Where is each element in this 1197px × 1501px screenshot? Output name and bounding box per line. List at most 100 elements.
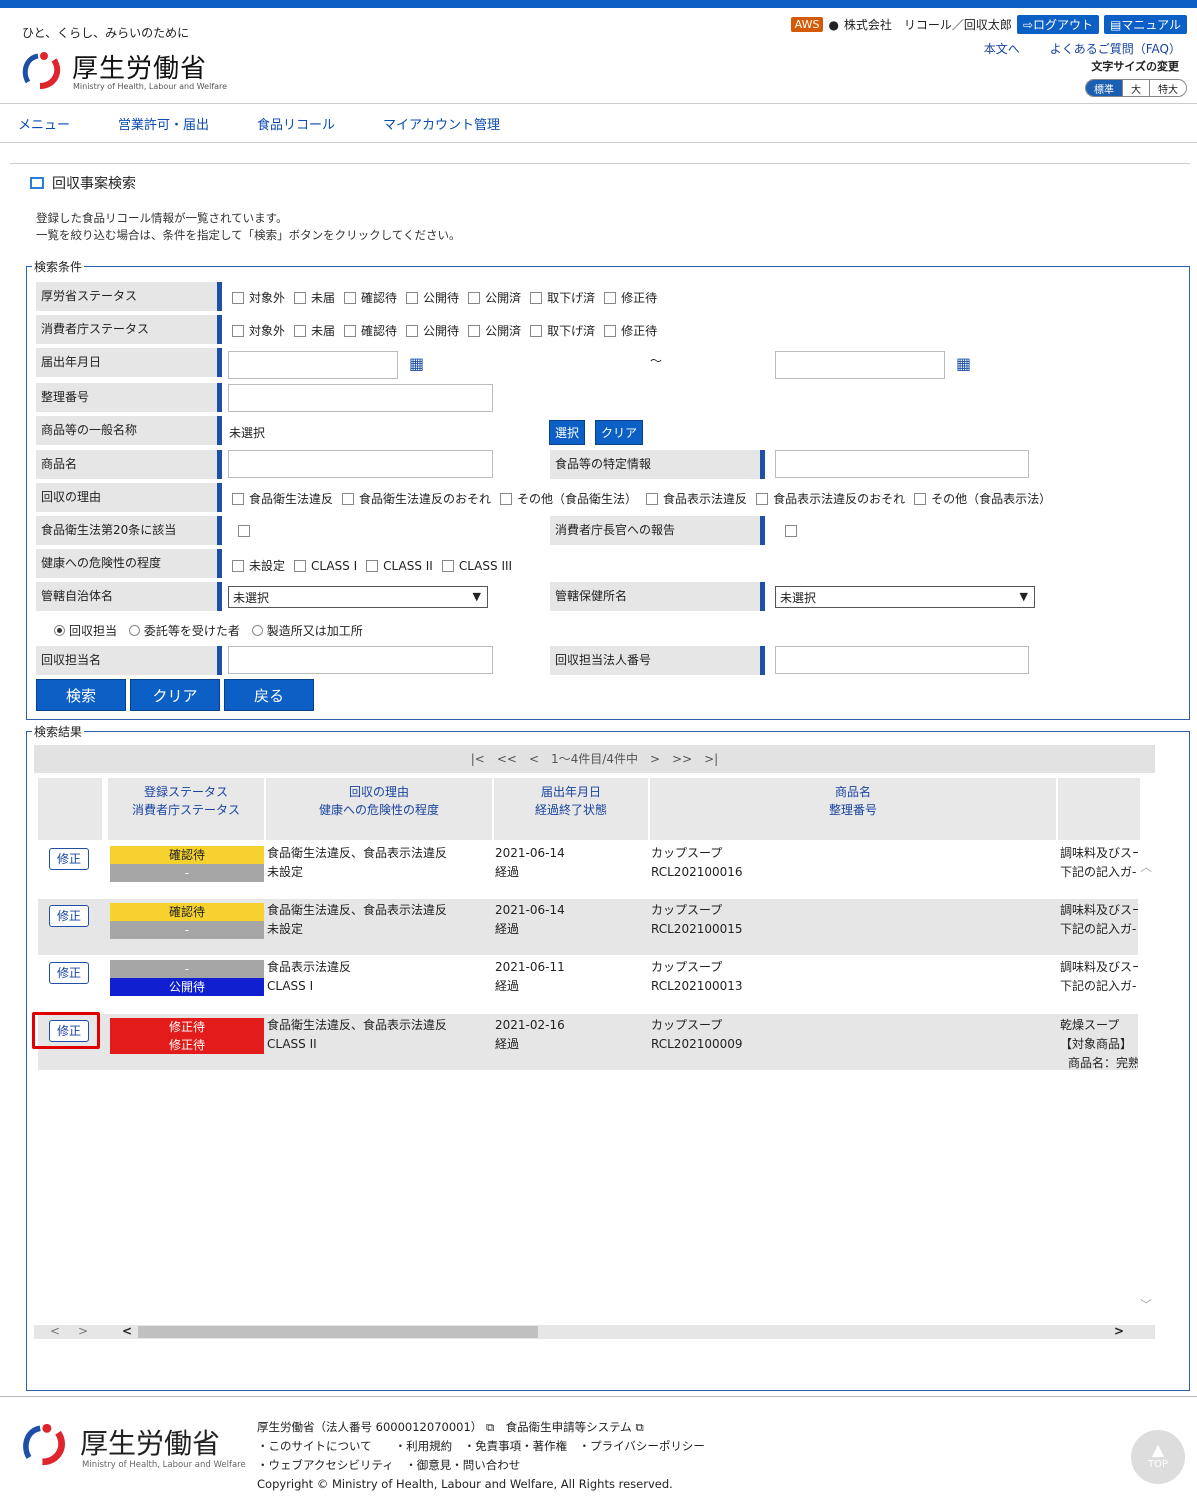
municipality-select[interactable]: 未選択 ▼ bbox=[228, 586, 488, 608]
checkbox[interactable] bbox=[342, 492, 355, 505]
footer-link[interactable]: ・御意見・問い合わせ bbox=[405, 1458, 520, 1472]
checkbox[interactable] bbox=[468, 324, 481, 337]
checkbox[interactable] bbox=[366, 559, 379, 572]
recall-number-text: RCL202100015 bbox=[651, 922, 743, 936]
checkbox[interactable] bbox=[530, 324, 543, 337]
elapsed-text: 経過 bbox=[495, 922, 520, 936]
scroll-down-icon[interactable]: ﹀ bbox=[1140, 1296, 1152, 1313]
back-to-top-button[interactable]: ▲ TOP bbox=[1131, 1430, 1185, 1484]
number-input[interactable] bbox=[228, 384, 493, 412]
footer-link[interactable]: ・このサイトについて bbox=[257, 1439, 372, 1453]
edit-button[interactable]: 修正 bbox=[49, 905, 89, 927]
checkbox[interactable] bbox=[500, 492, 513, 505]
checkbox[interactable] bbox=[294, 559, 307, 572]
checkbox[interactable] bbox=[756, 492, 769, 505]
footer-link[interactable]: ・利用規約 bbox=[395, 1439, 453, 1453]
checkbox[interactable] bbox=[406, 324, 419, 337]
chevron-down-icon: ▼ bbox=[472, 590, 481, 603]
footer-link[interactable]: ・プライバシーポリシー bbox=[579, 1439, 705, 1453]
art20-checkbox[interactable] bbox=[238, 525, 250, 537]
footer-link[interactable]: ・免責事項・著作権 bbox=[464, 1439, 568, 1453]
general-name-value: 未選択 bbox=[229, 426, 266, 440]
scroll-up-icon[interactable]: ︿ bbox=[1140, 858, 1152, 875]
select-button[interactable]: 選択 bbox=[549, 420, 586, 445]
date-text: 2021-06-14 bbox=[495, 846, 565, 860]
checkbox[interactable] bbox=[406, 291, 419, 304]
checkbox[interactable] bbox=[294, 324, 307, 337]
logo-subtext: Ministry of Health, Labour and Welfare bbox=[73, 82, 228, 91]
checkbox[interactable] bbox=[530, 291, 543, 304]
label-art20: 食品衛生法第20条に該当 bbox=[36, 516, 222, 545]
footer-text: 厚生労働省（法人番号 6000012070001） ⧉ 食品衛生申請等システム … bbox=[257, 1418, 705, 1494]
checkbox[interactable] bbox=[604, 291, 617, 304]
label-number: 整理番号 bbox=[36, 383, 222, 412]
system-link[interactable]: 食品衛生申請等システム bbox=[506, 1420, 632, 1434]
detail-text: 下記の記入ガ- bbox=[1060, 922, 1137, 936]
nav-my-account[interactable]: マイアカウント管理 bbox=[383, 114, 500, 133]
skip-to-main-link[interactable]: 本文へ bbox=[984, 40, 1020, 57]
user-name: 株式会社 リコール／回収太郎 bbox=[843, 18, 1012, 32]
nav-business-permit[interactable]: 営業許可・届出 bbox=[118, 114, 209, 133]
checkbox[interactable] bbox=[441, 559, 454, 572]
nav-menu[interactable]: メニュー bbox=[18, 114, 70, 133]
corp-number-input[interactable] bbox=[775, 646, 1029, 674]
calendar-icon[interactable]: ▦ bbox=[409, 354, 424, 373]
specific-info-input[interactable] bbox=[775, 450, 1029, 478]
report-checkbox[interactable] bbox=[785, 525, 797, 537]
copyright: Copyright © Ministry of Health, Labour a… bbox=[257, 1477, 673, 1491]
edit-button[interactable]: 修正 bbox=[49, 962, 89, 984]
clear-button[interactable]: クリア bbox=[130, 679, 220, 711]
radio-recall-person[interactable] bbox=[54, 625, 65, 636]
date-text: 2021-02-16 bbox=[495, 1018, 565, 1032]
horizontal-scrollbar[interactable]: < > < > bbox=[34, 1324, 1155, 1339]
product-name-input[interactable] bbox=[228, 450, 493, 478]
label-municipality: 管轄自治体名 bbox=[36, 582, 222, 611]
font-size-large[interactable]: 大 bbox=[1122, 80, 1149, 96]
radio-contractor[interactable] bbox=[128, 625, 140, 636]
col-header-actions bbox=[38, 778, 102, 840]
font-size-standard[interactable]: 標準 bbox=[1086, 80, 1122, 96]
pagination[interactable]: |< << < 1～4件目/4件中 > >> >| bbox=[34, 745, 1155, 773]
calendar-icon[interactable]: ▦ bbox=[956, 354, 971, 373]
manual-button[interactable]: ▤マニュアル bbox=[1104, 15, 1187, 34]
nav-food-recall[interactable]: 食品リコール bbox=[257, 114, 335, 133]
risk-text: CLASS I bbox=[267, 979, 314, 993]
logout-button[interactable]: ⇨ログアウト bbox=[1016, 15, 1100, 34]
scrollbar-thumb[interactable] bbox=[138, 1326, 538, 1338]
footer-logo: 厚生労働省 Ministry of Health, Labour and Wel… bbox=[20, 1418, 246, 1478]
health-center-select[interactable]: 未選択 ▼ bbox=[775, 586, 1035, 608]
elapsed-text: 経過 bbox=[495, 979, 520, 993]
edit-button[interactable]: 修正 bbox=[49, 848, 89, 870]
radio-factory[interactable] bbox=[251, 625, 263, 636]
faq-link[interactable]: よくあるご質問（FAQ） bbox=[1050, 40, 1181, 57]
logo-mark-icon bbox=[22, 52, 61, 89]
font-size-xlarge[interactable]: 特大 bbox=[1149, 80, 1186, 96]
checkbox[interactable] bbox=[646, 492, 659, 505]
role-radio-group: 回収担当 委託等を受けた者 製造所又は加工所 bbox=[46, 622, 363, 639]
back-button[interactable]: 戻る bbox=[224, 679, 314, 711]
checkbox[interactable] bbox=[344, 291, 357, 304]
checkbox[interactable] bbox=[604, 324, 617, 337]
site-logo[interactable]: 厚生労働省 Ministry of Health, Labour and Wel… bbox=[20, 48, 227, 96]
caa-status-badge: - bbox=[110, 864, 264, 882]
footer-link[interactable]: ・ウェブアクセシビリティ bbox=[257, 1458, 394, 1472]
recall-number-text: RCL202100016 bbox=[651, 865, 743, 879]
checkbox[interactable] bbox=[468, 291, 481, 304]
registration-status-badge: - bbox=[110, 960, 264, 978]
checkbox[interactable] bbox=[344, 324, 357, 337]
search-button[interactable]: 検索 bbox=[36, 679, 126, 711]
checkbox[interactable] bbox=[232, 291, 244, 304]
detail-text: 【対象商品】 bbox=[1060, 1037, 1133, 1051]
recall-person-input[interactable] bbox=[228, 646, 493, 674]
date-to-input[interactable] bbox=[775, 351, 945, 379]
date-from-input[interactable] bbox=[228, 351, 398, 379]
date-text: 2021-06-14 bbox=[495, 903, 565, 917]
product-name-text: カップスープ bbox=[651, 1018, 723, 1032]
checkbox[interactable] bbox=[232, 559, 244, 572]
checkbox[interactable] bbox=[914, 492, 927, 505]
checkbox[interactable] bbox=[294, 291, 307, 304]
checkbox[interactable] bbox=[232, 324, 244, 337]
checkbox[interactable] bbox=[232, 492, 244, 505]
product-name-text: カップスープ bbox=[651, 846, 723, 860]
clear-small-button[interactable]: クリア bbox=[595, 420, 644, 445]
